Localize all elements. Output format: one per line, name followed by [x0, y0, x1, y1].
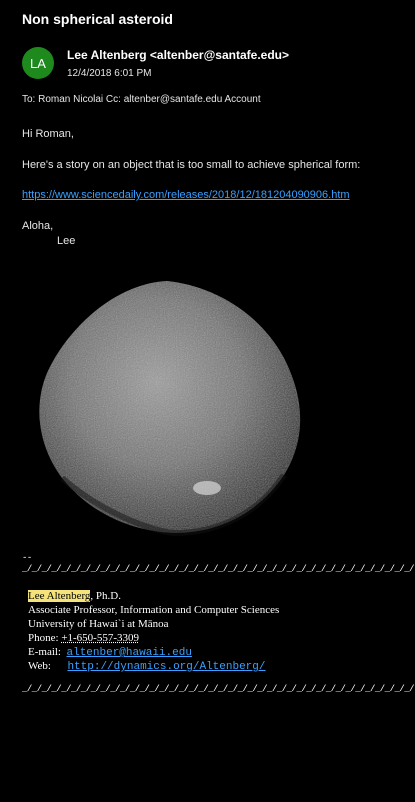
signature-name-line: Lee Altenberg, Ph.D. [28, 590, 121, 602]
article-link[interactable]: https://www.sciencedaily.com/releases/20… [22, 189, 350, 201]
email-subject: Non spherical asteroid [22, 11, 173, 27]
phone-label: Phone: [28, 632, 62, 644]
email-link[interactable]: altenber@hawaii.edu [67, 647, 192, 659]
email-label: E-mail: [28, 646, 61, 658]
sent-date: 12/4/2018 6:01 PM [67, 68, 152, 79]
closing-text: Aloha, [22, 220, 54, 232]
sender-name[interactable]: Lee Altenberg <altenber@santafe.edu> [67, 48, 289, 62]
closing-name: Lee [57, 235, 76, 247]
signature-phone-line: Phone: +1-650-557-3309 [28, 632, 139, 644]
signature-dash: -- [22, 553, 32, 563]
phone-number[interactable]: +1-650-557-3309 [61, 632, 139, 644]
avatar: LA [22, 47, 54, 79]
asteroid-photo-graphic [22, 263, 312, 553]
signature-title: Associate Professor, Information and Com… [28, 604, 280, 616]
signature-divider-bottom: _/_/_/_/_/_/_/_/_/_/_/_/_/_/_/_/_/_/_/_/… [22, 684, 415, 694]
web-link[interactable]: http://dynamics.org/Altenberg/ [67, 661, 265, 673]
asteroid-image [22, 263, 312, 553]
signature-divider-top: _/_/_/_/_/_/_/_/_/_/_/_/_/_/_/_/_/_/_/_/… [22, 564, 415, 574]
avatar-initials: LA [30, 55, 46, 71]
signature-email-line: E-mail: altenber@hawaii.edu [28, 646, 192, 659]
signature-university: University of Hawai`i at Mānoa [28, 618, 169, 630]
greeting-text: Hi Roman, [22, 128, 74, 140]
intro-text: Here's a story on an object that is too … [22, 159, 361, 171]
signature-web-line: Web: http://dynamics.org/Altenberg/ [28, 660, 266, 673]
signature-degree: , Ph.D. [90, 590, 121, 602]
signature-name: Lee Altenberg [28, 590, 91, 602]
web-label: Web: [28, 660, 51, 672]
recipients-line: To: Roman Nicolai Cc: altenber@santafe.e… [22, 94, 261, 105]
